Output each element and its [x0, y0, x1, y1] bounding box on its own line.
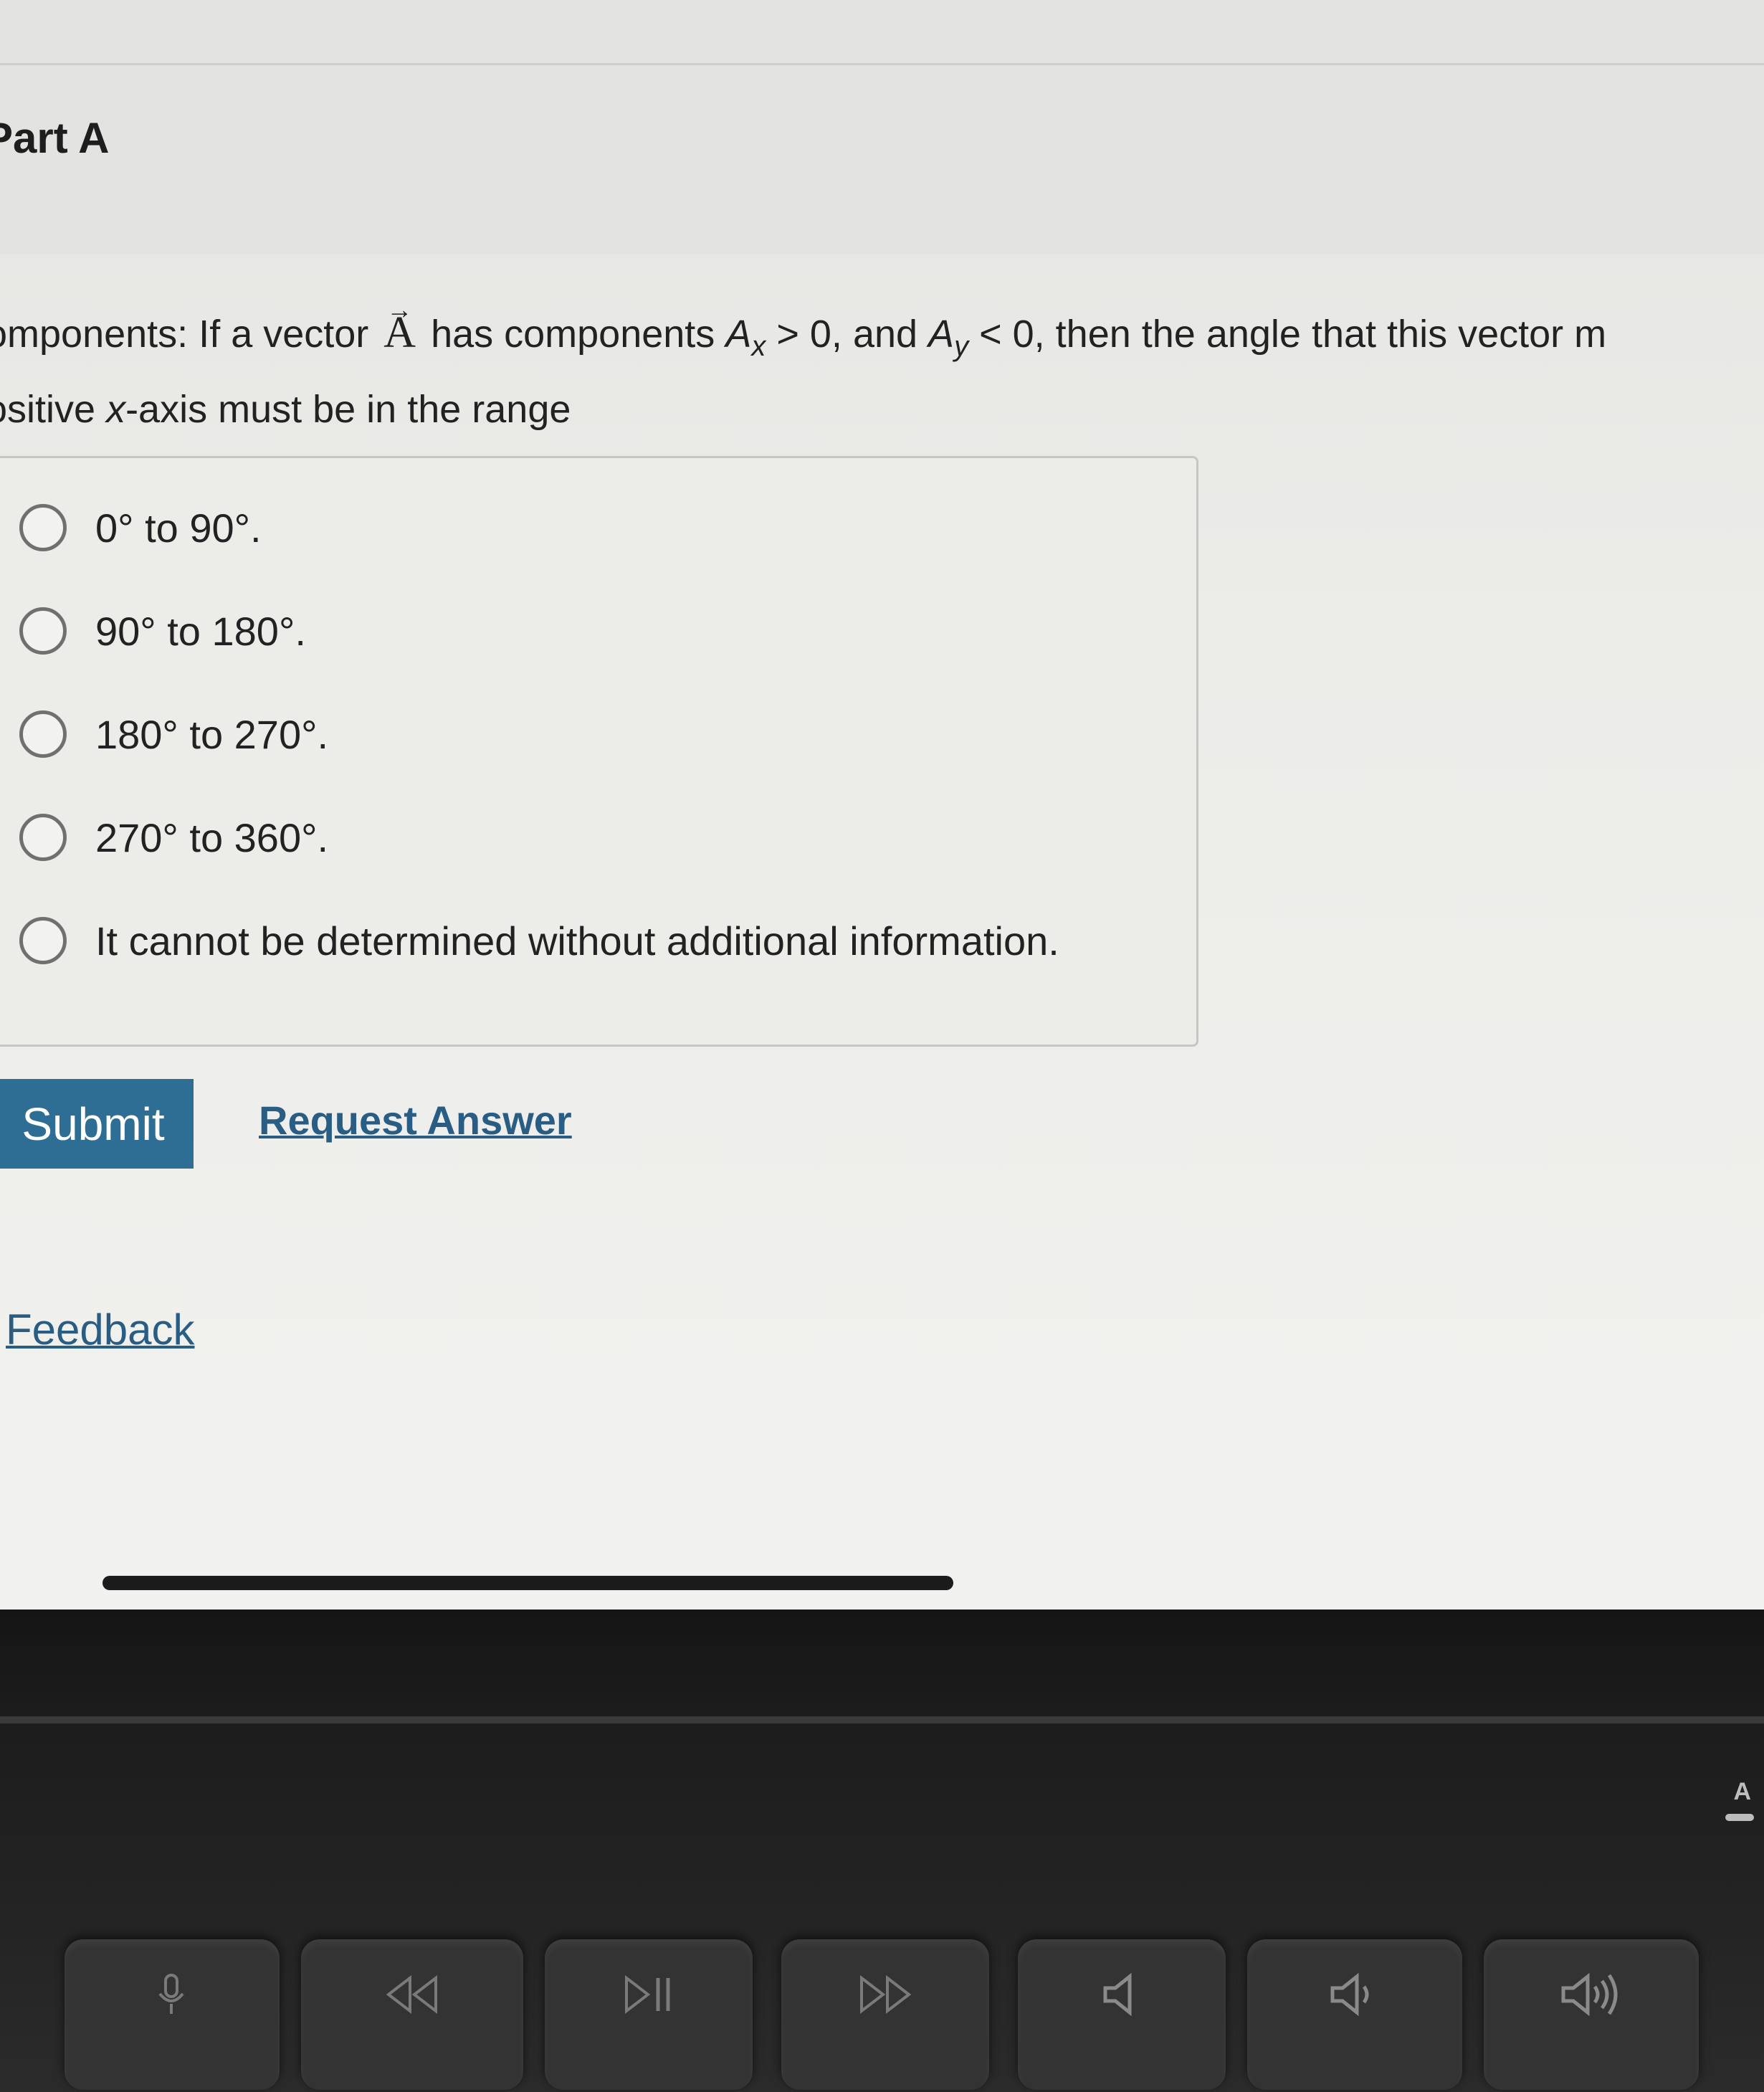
subscript-y: y: [954, 330, 969, 362]
question-line2-lead: ositive: [0, 387, 96, 431]
radio-button[interactable]: [19, 814, 67, 861]
play-pause-key[interactable]: [545, 1939, 753, 2090]
question-line-1: omponents: If a vector A has components …: [0, 301, 1764, 378]
option-label: 270° to 360°.: [95, 814, 329, 860]
microphone-icon: [158, 1974, 184, 2014]
fast-forward-icon: [860, 1974, 912, 2015]
radio-button[interactable]: [19, 607, 67, 655]
option-90-to-180[interactable]: 90° to 180°.: [19, 599, 306, 663]
component-ay: A: [928, 313, 955, 356]
request-answer-link[interactable]: Request Answer: [259, 1097, 572, 1144]
volume-up-key[interactable]: [1484, 1939, 1699, 2090]
part-header: [0, 0, 1764, 255]
option-0-to-90[interactable]: 0° to 90°.: [19, 495, 262, 560]
radio-button[interactable]: [19, 504, 67, 551]
question-ay-condition: < 0, then the angle that this vector m: [968, 313, 1607, 356]
question-lead: omponents: If a vector: [0, 313, 380, 356]
mute-icon: [1103, 1972, 1132, 2017]
mute-key[interactable]: [1018, 1939, 1226, 2090]
radio-button[interactable]: [19, 917, 67, 964]
option-label: 180° to 270°.: [95, 711, 329, 757]
vector-symbol: A: [379, 308, 420, 357]
question-ax-condition: > 0, and: [766, 313, 929, 356]
home-indicator: [102, 1576, 953, 1590]
option-label: It cannot be determined without addition…: [95, 918, 1059, 964]
component-ax: A: [725, 313, 752, 356]
rewind-icon: [386, 1974, 437, 2015]
question-line2-rest: -axis must be in the range: [125, 387, 571, 431]
question-text: omponents: If a vector A has components …: [0, 301, 1764, 441]
top-divider: [0, 63, 1764, 65]
play-pause-icon: [625, 1974, 670, 2015]
microphone-key[interactable]: [65, 1939, 280, 2090]
rewind-key[interactable]: [301, 1939, 523, 2090]
answer-options-box: 0° to 90°. 90° to 180°. 180° to 270°. 27…: [0, 456, 1198, 1047]
option-270-to-360[interactable]: 270° to 360°.: [19, 805, 328, 870]
radio-button[interactable]: [19, 710, 67, 758]
question-mid: has components: [420, 313, 726, 356]
option-cannot-be-determined[interactable]: It cannot be determined without addition…: [19, 908, 1059, 973]
option-180-to-270[interactable]: 180° to 270°.: [19, 702, 328, 766]
x-variable: x: [106, 387, 126, 431]
bezel-edge: [0, 1716, 1764, 1723]
submit-button[interactable]: Submit: [0, 1079, 194, 1169]
question-line-2: ositive x-axis must be in the range: [0, 378, 1764, 441]
option-label: 90° to 180°.: [95, 608, 306, 654]
volume-down-key[interactable]: [1247, 1939, 1462, 2090]
fast-forward-key[interactable]: [781, 1939, 989, 2090]
part-title: Part A: [0, 114, 110, 162]
browser-screen: Part A omponents: If a vector A has comp…: [0, 0, 1764, 1610]
subscript-x: x: [751, 330, 766, 362]
volume-down-icon: [1330, 1972, 1369, 2017]
volume-up-icon: [1561, 1972, 1618, 2017]
option-label: 0° to 90°.: [95, 505, 262, 551]
feedback-link[interactable]: Feedback: [6, 1305, 195, 1354]
corner-key-label: A: [1733, 1778, 1751, 1805]
corner-key-indicator: [1725, 1814, 1754, 1821]
